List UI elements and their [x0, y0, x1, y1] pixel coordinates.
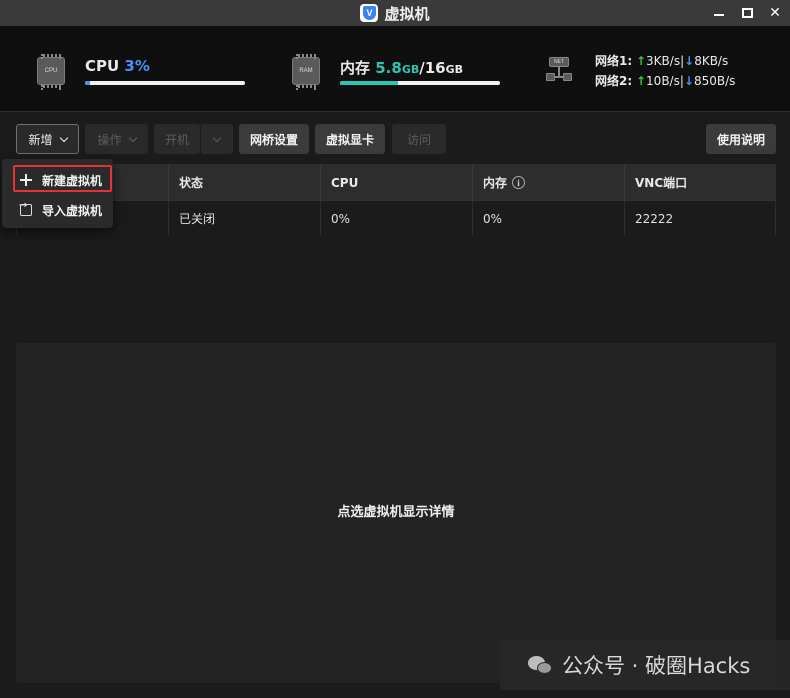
network-2-down: 850B/s	[693, 74, 736, 88]
network-row-2: 网络2: ↑10B/s|↓850B/s	[595, 72, 735, 89]
cpu-usage-fill	[85, 81, 90, 85]
menu-item-import-vm-label: 导入虚拟机	[42, 203, 103, 218]
row-cpu: 0%	[320, 201, 472, 236]
cpu-stat: CPU 3%	[85, 57, 150, 75]
title-group: V 虚拟机	[360, 3, 430, 24]
column-header-memory-label: 内存	[483, 176, 508, 190]
power-on-button[interactable]: 开机	[154, 124, 200, 154]
table-row[interactable]: 已关闭 0% 0% 22222	[17, 200, 775, 236]
column-header-status[interactable]: 状态	[168, 165, 320, 200]
menu-item-new-vm-label: 新建虚拟机	[42, 173, 103, 188]
upload-arrow-icon: ↑	[635, 74, 647, 88]
app-logo-letter: V	[362, 6, 376, 20]
memory-total: 16	[424, 59, 446, 77]
import-icon	[19, 200, 32, 216]
wechat-icon	[528, 655, 554, 675]
memory-label: 内存	[340, 59, 371, 77]
column-header-vnc[interactable]: VNC端口	[624, 165, 775, 200]
table-header: 状态 CPU 内存 i VNC端口	[17, 165, 775, 200]
ram-chip-icon: RAM	[292, 54, 320, 88]
cpu-value: 3%	[124, 57, 150, 75]
cpu-usage-bar	[85, 81, 245, 85]
vm-table: 状态 CPU 内存 i VNC端口 已关闭 0% 0% 22222	[16, 164, 776, 236]
add-button-label: 新增	[28, 132, 53, 147]
network-row-1: 网络1: ↑3KB/s|↓8KB/s	[595, 52, 728, 69]
memory-stat: 内存 5.8GB/16GB	[340, 57, 463, 78]
operate-button-label: 操作	[97, 132, 122, 147]
chevron-down-icon	[212, 133, 222, 142]
power-menu-button[interactable]	[201, 124, 233, 154]
memory-used: 5.8	[375, 59, 402, 77]
chevron-down-icon	[59, 133, 68, 142]
power-on-button-label: 开机	[164, 132, 189, 147]
network-1-up: 3KB/s	[646, 54, 681, 68]
watermark: 公众号 · 破圈Hacks	[500, 640, 790, 690]
network-2-up: 10B/s	[646, 74, 680, 88]
plus-icon	[20, 174, 32, 186]
bridge-settings-button[interactable]: 网桥设置	[239, 124, 309, 154]
memory-total-unit: GB	[445, 63, 464, 76]
close-icon[interactable]: ✕	[768, 5, 782, 21]
network-1-down: 8KB/s	[694, 54, 729, 68]
download-arrow-icon: ↓	[683, 74, 694, 88]
row-memory: 0%	[472, 201, 624, 236]
visit-button[interactable]: 访问	[392, 124, 446, 154]
operate-button[interactable]: 操作	[85, 124, 148, 154]
info-icon[interactable]: i	[512, 176, 526, 189]
window-title: 虚拟机	[384, 4, 430, 23]
menu-item-import-vm[interactable]: 导入虚拟机	[2, 195, 113, 225]
help-button[interactable]: 使用说明	[706, 124, 776, 154]
detail-placeholder: 点选虚拟机显示详情	[337, 505, 455, 520]
column-header-memory[interactable]: 内存 i	[472, 165, 624, 200]
network-1-label: 网络1:	[595, 54, 633, 68]
cpu-chip-icon: CPU	[37, 54, 65, 88]
title-bar: V 虚拟机 ✕	[0, 0, 790, 26]
memory-used-unit: GB	[401, 63, 420, 76]
add-dropdown-menu: 新建虚拟机 导入虚拟机	[2, 159, 113, 228]
minimize-icon[interactable]	[712, 6, 726, 20]
upload-arrow-icon: ↑	[635, 54, 647, 68]
network-icon-label: NET	[549, 57, 569, 67]
memory-usage-bar	[340, 81, 500, 85]
app-logo-icon: V	[360, 4, 379, 22]
memory-usage-fill	[340, 81, 398, 85]
network-icon: NET	[546, 57, 572, 83]
network-2-label: 网络2:	[595, 74, 633, 88]
add-button[interactable]: 新增	[16, 124, 79, 154]
cpu-label: CPU	[85, 57, 120, 75]
watermark-text: 公众号 · 破圈Hacks	[562, 654, 751, 678]
column-header-cpu[interactable]: CPU	[320, 165, 472, 200]
download-arrow-icon: ↓	[684, 54, 695, 68]
chevron-down-icon	[128, 133, 137, 142]
vm-detail-panel: 点选虚拟机显示详情	[16, 343, 776, 683]
maximize-icon[interactable]	[740, 6, 754, 20]
row-status: 已关闭	[168, 201, 320, 236]
row-vnc-port: 22222	[624, 201, 775, 236]
virtual-gpu-button[interactable]: 虚拟显卡	[315, 124, 385, 154]
resource-stats-bar: CPU CPU 3% RAM 内存 5.8GB/16GB NET 网络1: ↑3…	[0, 26, 790, 112]
window-controls: ✕	[712, 0, 782, 26]
menu-item-new-vm[interactable]: 新建虚拟机	[2, 165, 113, 195]
